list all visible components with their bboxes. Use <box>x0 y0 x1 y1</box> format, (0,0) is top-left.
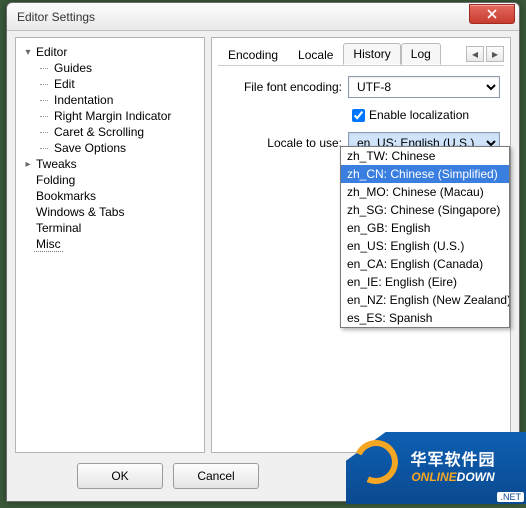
locale-option[interactable]: en_IE: English (Eire) <box>341 273 509 291</box>
locale-option[interactable]: en_US: English (U.S.) <box>341 237 509 255</box>
locale-label: Locale to use: <box>222 136 342 150</box>
watermark-logo: 华军软件园 ONLINEDOWN .NET <box>346 432 526 504</box>
locale-option[interactable]: es_ES: Spanish <box>341 309 509 327</box>
tree-item-caret-scrolling[interactable]: Caret & Scrolling <box>38 124 200 140</box>
tree-item-indentation[interactable]: Indentation <box>38 92 200 108</box>
tab-next-button[interactable]: ▸ <box>486 46 504 62</box>
tree-item-edit[interactable]: Edit <box>38 76 200 92</box>
watermark-cn: 华军软件园 <box>410 452 495 470</box>
expand-arrow-icon[interactable]: ▸ <box>22 159 34 170</box>
locale-option[interactable]: zh_SG: Chinese (Singapore) <box>341 201 509 219</box>
tree-node-folding[interactable]: Folding <box>20 172 200 188</box>
tab-history[interactable]: History <box>343 43 400 65</box>
encoding-select[interactable]: UTF-8 <box>348 76 500 98</box>
enable-localization-label: Enable localization <box>369 108 469 122</box>
tree-label: Editor <box>34 45 69 59</box>
tree-item-guides[interactable]: Guides <box>38 60 200 76</box>
watermark-en: ONLINEDOWN <box>410 469 495 484</box>
watermark-net: .NET <box>497 492 524 502</box>
category-tree[interactable]: ▾ Editor Guides Edit Indentation Right M… <box>15 37 205 453</box>
locale-option[interactable]: zh_TW: Chinese <box>341 147 509 165</box>
encoding-label: File font encoding: <box>222 80 342 94</box>
locale-option[interactable]: zh_CN: Chinese (Simplified) <box>341 165 509 183</box>
tree-node-misc[interactable]: Misc <box>20 236 200 253</box>
settings-panel: Encoding Locale History Log ◂ ▸ File fon… <box>211 37 511 453</box>
tree-node-windows-tabs[interactable]: Windows & Tabs <box>20 204 200 220</box>
tab-locale[interactable]: Locale <box>288 44 343 65</box>
tree-node-bookmarks[interactable]: Bookmarks <box>20 188 200 204</box>
tree-node-terminal[interactable]: Terminal <box>20 220 200 236</box>
encoding-row: File font encoding: UTF-8 <box>222 76 500 98</box>
panes: ▾ Editor Guides Edit Indentation Right M… <box>7 31 519 453</box>
chevron-left-icon: ◂ <box>472 47 478 61</box>
tab-encoding[interactable]: Encoding <box>218 44 288 65</box>
expand-arrow-icon[interactable]: ▾ <box>22 47 34 58</box>
locale-dropdown-list[interactable]: zh_TW: Chinese zh_CN: Chinese (Simplifie… <box>340 146 510 328</box>
tree-node-tweaks[interactable]: ▸ Tweaks <box>20 156 200 172</box>
locale-option[interactable]: zh_MO: Chinese (Macau) <box>341 183 509 201</box>
locale-option[interactable]: en_NZ: English (New Zealand) <box>341 291 509 309</box>
chevron-right-icon: ▸ <box>492 47 498 61</box>
localization-row: Enable localization <box>352 108 500 122</box>
close-button[interactable] <box>469 4 515 24</box>
tree-children: Guides Edit Indentation Right Margin Ind… <box>38 60 200 156</box>
close-icon <box>487 9 497 19</box>
titlebar: Editor Settings <box>7 3 519 31</box>
cancel-button[interactable]: Cancel <box>173 463 259 489</box>
tab-log[interactable]: Log <box>401 43 441 65</box>
tree-node-editor[interactable]: ▾ Editor <box>20 44 200 60</box>
enable-localization-checkbox[interactable] <box>352 109 365 122</box>
tree-item-save-options[interactable]: Save Options <box>38 140 200 156</box>
window-title: Editor Settings <box>17 10 469 24</box>
settings-window: Editor Settings ▾ Editor Guides Edit Ind… <box>6 2 520 502</box>
locale-option[interactable]: en_CA: English (Canada) <box>341 255 509 273</box>
tab-bar: Encoding Locale History Log ◂ ▸ <box>218 42 504 66</box>
tab-nav: ◂ ▸ <box>466 46 504 62</box>
content-area: ▾ Editor Guides Edit Indentation Right M… <box>7 31 519 501</box>
tab-prev-button[interactable]: ◂ <box>466 46 484 62</box>
ok-button[interactable]: OK <box>77 463 163 489</box>
tree-item-right-margin[interactable]: Right Margin Indicator <box>38 108 200 124</box>
locale-option[interactable]: en_GB: English <box>341 219 509 237</box>
